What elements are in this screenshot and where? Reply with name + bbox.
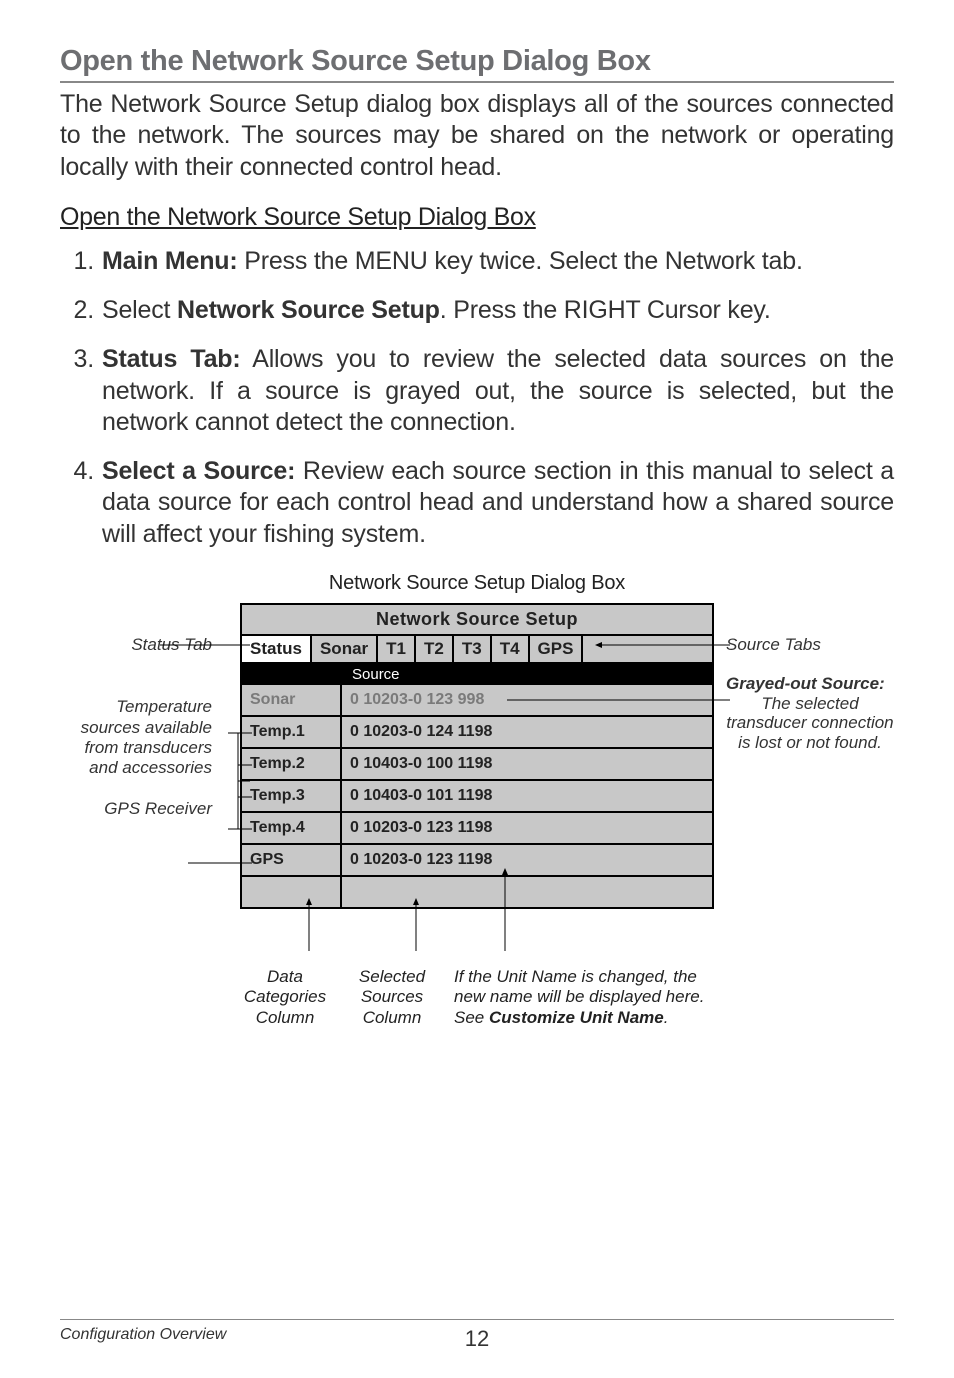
source-cat: Sonar bbox=[242, 685, 342, 715]
callout-grayed-out-body: The selected transducer connection is lo… bbox=[726, 694, 894, 753]
source-val-blank bbox=[342, 877, 712, 907]
step-4-bold: Select a Source: bbox=[102, 457, 295, 485]
source-row-sonar: Sonar 0 10203-0 123 998 bbox=[242, 685, 712, 717]
source-row-temp2: Temp.2 0 10403-0 100 1198 bbox=[242, 749, 712, 781]
source-cat: Temp.3 bbox=[242, 781, 342, 811]
source-row-temp4: Temp.4 0 10203-0 123 1198 bbox=[242, 813, 712, 845]
source-cat-blank bbox=[242, 877, 342, 907]
callout-unit-name-l2: new name will be displayed here. bbox=[454, 987, 704, 1006]
step-1: Main Menu: Press the MENU key twice. Sel… bbox=[102, 246, 894, 277]
callout-status-tab: Status Tab bbox=[60, 635, 240, 655]
footer-section: Configuration Overview bbox=[60, 1326, 226, 1344]
source-row-gps: GPS 0 10203-0 123 1198 bbox=[242, 845, 712, 877]
source-cat: Temp.4 bbox=[242, 813, 342, 843]
callout-source-tabs: Source Tabs bbox=[714, 635, 894, 655]
step-2-rest: . Press the RIGHT Cursor key. bbox=[440, 296, 771, 324]
tab-sonar[interactable]: Sonar bbox=[312, 636, 378, 662]
tab-status[interactable]: Status bbox=[242, 636, 312, 662]
figure-title: Network Source Setup Dialog Box bbox=[60, 572, 894, 595]
source-cat: Temp.2 bbox=[242, 749, 342, 779]
intro-paragraph: The Network Source Setup dialog box disp… bbox=[60, 89, 894, 183]
source-row-temp3: Temp.3 0 10403-0 101 1198 bbox=[242, 781, 712, 813]
source-row-blank bbox=[242, 877, 712, 907]
step-2-bold: Network Source Setup bbox=[177, 296, 440, 324]
tab-spacer bbox=[583, 636, 712, 662]
step-3-bold: Status Tab: bbox=[102, 345, 240, 373]
source-column-header: Source bbox=[242, 664, 712, 685]
source-val: 0 10203-0 124 1198 bbox=[342, 717, 712, 747]
step-1-bold: Main Menu: bbox=[102, 247, 238, 275]
dialog-wrap: Network Source Setup Status Sonar T1 T2 … bbox=[240, 603, 714, 1028]
footer: Configuration Overview 12 bbox=[60, 1319, 894, 1344]
source-val: 0 10203-0 123 1198 bbox=[342, 813, 712, 843]
source-val: 0 10203-0 123 998 bbox=[342, 685, 712, 715]
bottom-callouts: Data Categories Column Selected Sources … bbox=[240, 967, 714, 1028]
tab-t1[interactable]: T1 bbox=[378, 636, 416, 662]
callout-unit-name-l1: If the Unit Name is changed, the bbox=[454, 967, 697, 986]
tab-gps[interactable]: GPS bbox=[530, 636, 584, 662]
step-4: Select a Source: Review each source sect… bbox=[102, 456, 894, 550]
tab-t3[interactable]: T3 bbox=[454, 636, 492, 662]
footer-page-number: 12 bbox=[465, 1326, 489, 1352]
source-val: 0 10203-0 123 1198 bbox=[342, 845, 712, 875]
callout-unit-name-l3-post: . bbox=[664, 1008, 669, 1027]
tab-row: Status Sonar T1 T2 T3 T4 GPS bbox=[242, 634, 712, 664]
dialog-title: Network Source Setup bbox=[242, 605, 712, 634]
tab-t2[interactable]: T2 bbox=[416, 636, 454, 662]
step-3: Status Tab: Allows you to review the sel… bbox=[102, 344, 894, 438]
network-source-setup-dialog: Network Source Setup Status Sonar T1 T2 … bbox=[240, 603, 714, 909]
callout-gps-receiver: GPS Receiver bbox=[60, 799, 240, 819]
steps-list: Main Menu: Press the MENU key twice. Sel… bbox=[60, 246, 894, 550]
step-1-rest: Press the MENU key twice. Select the Net… bbox=[238, 247, 803, 275]
callout-unit-name-l3-pre: See bbox=[454, 1008, 489, 1027]
source-cat: Temp.1 bbox=[242, 717, 342, 747]
tab-t4[interactable]: T4 bbox=[492, 636, 530, 662]
callout-unit-name-l3-bold: Customize Unit Name bbox=[489, 1008, 664, 1027]
callout-data-categories: Data Categories Column bbox=[240, 967, 330, 1028]
right-callouts: Source Tabs Grayed-out Source: The selec… bbox=[714, 603, 894, 753]
callout-selected-sources: Selected Sources Column bbox=[352, 967, 432, 1028]
subheading: Open the Network Source Setup Dialog Box bbox=[60, 203, 894, 232]
callout-temp-sources: Temperature sources available from trans… bbox=[60, 697, 240, 779]
callout-grayed-out-title: Grayed-out Source: bbox=[726, 674, 885, 693]
source-val: 0 10403-0 101 1198 bbox=[342, 781, 712, 811]
figure-area: Status Tab Temperature sources available… bbox=[60, 603, 894, 1028]
callout-unit-name: If the Unit Name is changed, the new nam… bbox=[454, 967, 714, 1028]
source-cat: GPS bbox=[242, 845, 342, 875]
section-heading: Open the Network Source Setup Dialog Box bbox=[60, 45, 894, 83]
source-row-temp1: Temp.1 0 10203-0 124 1198 bbox=[242, 717, 712, 749]
step-2-pre: Select bbox=[102, 296, 177, 324]
left-callouts: Status Tab Temperature sources available… bbox=[60, 603, 240, 829]
source-val: 0 10403-0 100 1198 bbox=[342, 749, 712, 779]
step-2: Select Network Source Setup. Press the R… bbox=[102, 295, 894, 326]
callout-grayed-out: Grayed-out Source: The selected transduc… bbox=[714, 674, 894, 752]
